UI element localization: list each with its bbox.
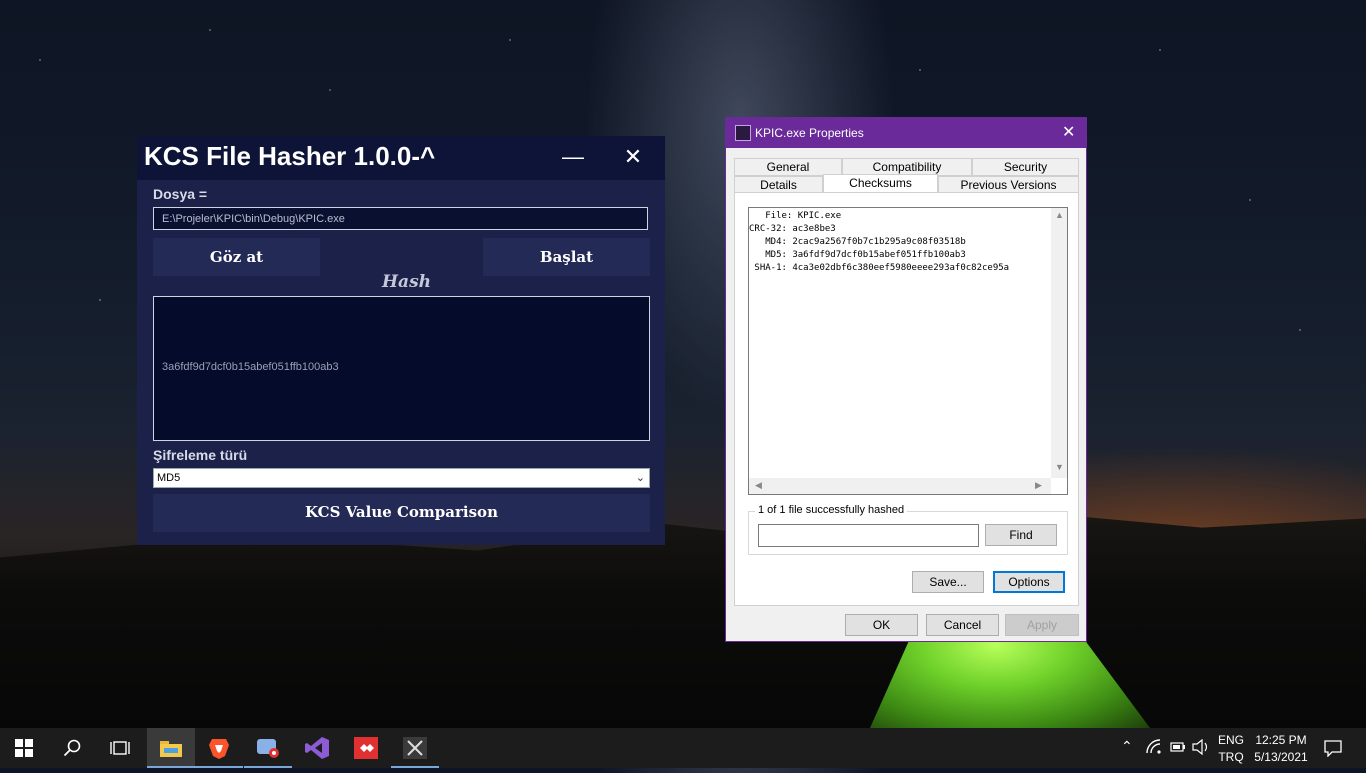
browse-button[interactable]: Göz at: [153, 238, 320, 276]
start-button[interactable]: Başlat: [483, 238, 650, 276]
value-comparison-button[interactable]: KCS Value Comparison: [153, 494, 650, 532]
hash-output-value: 3a6fdf9d7dcf0b15abef051ffb100ab3: [162, 361, 339, 373]
search-icon[interactable]: [48, 728, 96, 768]
properties-window-title: KPIC.exe Properties: [755, 126, 864, 140]
find-input[interactable]: [758, 524, 979, 547]
find-button[interactable]: Find: [985, 524, 1057, 546]
brave-browser-icon[interactable]: [195, 728, 243, 768]
encryption-type-value: MD5: [157, 472, 181, 484]
horizontal-scrollbar[interactable]: ◀ ▶: [749, 478, 1051, 494]
notification-icon[interactable]: [1324, 739, 1342, 760]
checksum-line-md5: MD5: 3a6fdf9d7dcf0b15abef051ffb100ab3: [749, 250, 966, 260]
kcs-title-bar[interactable]: KCS File Hasher 1.0.0-^ — ✕: [137, 136, 665, 180]
options-button[interactable]: Options: [993, 571, 1065, 593]
scroll-right-icon[interactable]: ▶: [1035, 480, 1042, 491]
windows-start-icon[interactable]: [0, 728, 48, 768]
file-explorer-icon[interactable]: [147, 728, 195, 768]
kcs-window-title: KCS File Hasher 1.0.0-^: [144, 141, 436, 171]
encryption-type-select[interactable]: MD5 ⌄: [153, 468, 650, 488]
checksum-line-sha1: SHA-1: 4ca3e02dbf6c380eef5980eeee293af0c…: [749, 263, 1010, 273]
task-view-icon[interactable]: [96, 728, 144, 768]
file-path-input[interactable]: E:\Projeler\KPIC\bin\Debug\KPIC.exe: [153, 207, 648, 230]
battery-icon[interactable]: [1170, 740, 1186, 757]
properties-title-bar[interactable]: KPIC.exe Properties ✕: [726, 118, 1086, 148]
network-icon[interactable]: [1146, 739, 1162, 758]
close-icon[interactable]: ✕: [615, 142, 651, 174]
chevron-down-icon: ⌄: [635, 472, 645, 484]
anydesk-icon[interactable]: [342, 728, 390, 768]
clock-date[interactable]: 5/13/2021: [1252, 750, 1310, 764]
checksum-line-md4: MD4: 2cac9a2567f0b7c1b295a9c08f03518b: [749, 237, 966, 247]
chevron-up-icon[interactable]: ⌃: [1121, 738, 1133, 755]
file-label: Dosya =: [153, 186, 208, 202]
hash-status-group: 1 of 1 file successfully hashed Find: [748, 504, 1068, 555]
checksum-results-text[interactable]: File: KPIC.exe CRC-32: ac3e8be3 MD4: 2ca…: [748, 207, 1068, 495]
vertical-scrollbar[interactable]: ▲ ▼: [1051, 208, 1067, 478]
hash-status-text: 1 of 1 file successfully hashed: [755, 504, 908, 516]
ok-button[interactable]: OK: [845, 614, 918, 636]
language-top[interactable]: ENG: [1218, 733, 1244, 747]
hash-output-box[interactable]: 3a6fdf9d7dcf0b15abef051ffb100ab3: [153, 296, 650, 441]
file-icon: [735, 125, 751, 141]
clock-time[interactable]: 12:25 PM: [1252, 733, 1310, 747]
checksums-panel: File: KPIC.exe CRC-32: ac3e8be3 MD4: 2ca…: [734, 192, 1079, 606]
visual-studio-icon[interactable]: [293, 728, 341, 768]
checksum-line-file: File: KPIC.exe: [749, 211, 842, 221]
cancel-button[interactable]: Cancel: [926, 614, 999, 636]
taskbar: ⌃ ENG TRQ 12:25 PM 5/13/2021: [0, 728, 1366, 768]
hash-label: Hash: [382, 272, 432, 292]
app-recorder-icon[interactable]: [244, 728, 292, 768]
encryption-type-label: Şifreleme türü: [153, 447, 248, 463]
tools-icon[interactable]: [391, 728, 439, 768]
save-button[interactable]: Save...: [912, 571, 984, 593]
tab-security[interactable]: Security: [972, 158, 1079, 176]
scroll-left-icon[interactable]: ◀: [755, 480, 762, 491]
apply-button[interactable]: Apply: [1005, 614, 1079, 636]
tab-checksums[interactable]: Checksums: [823, 174, 938, 194]
volume-icon[interactable]: [1192, 738, 1210, 758]
minimize-icon[interactable]: —: [555, 142, 591, 174]
checksum-line-crc32: CRC-32: ac3e8be3: [749, 224, 836, 234]
properties-window: KPIC.exe Properties ✕ General Compatibil…: [725, 117, 1087, 642]
scroll-down-icon[interactable]: ▼: [1055, 462, 1064, 472]
scroll-up-icon[interactable]: ▲: [1055, 210, 1064, 220]
close-icon[interactable]: ✕: [1062, 122, 1075, 142]
kcs-hasher-window: KCS File Hasher 1.0.0-^ — ✕ Dosya = E:\P…: [137, 136, 665, 545]
language-bottom[interactable]: TRQ: [1218, 750, 1244, 764]
